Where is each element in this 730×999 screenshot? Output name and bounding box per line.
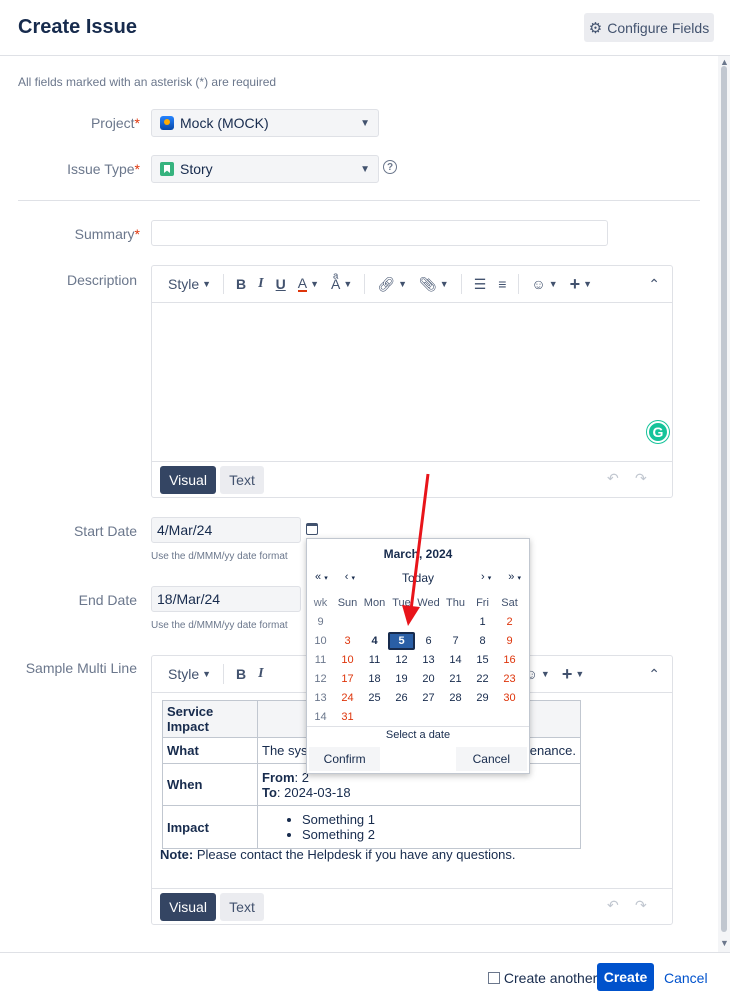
cancel-button[interactable]: Cancel <box>664 970 708 986</box>
checkbox-icon[interactable] <box>488 972 500 984</box>
create-button[interactable]: Create <box>597 963 654 991</box>
create-another-checkbox[interactable]: Create another <box>488 970 597 986</box>
annotation-arrow <box>402 473 430 626</box>
create-another-label: Create another <box>503 970 598 986</box>
